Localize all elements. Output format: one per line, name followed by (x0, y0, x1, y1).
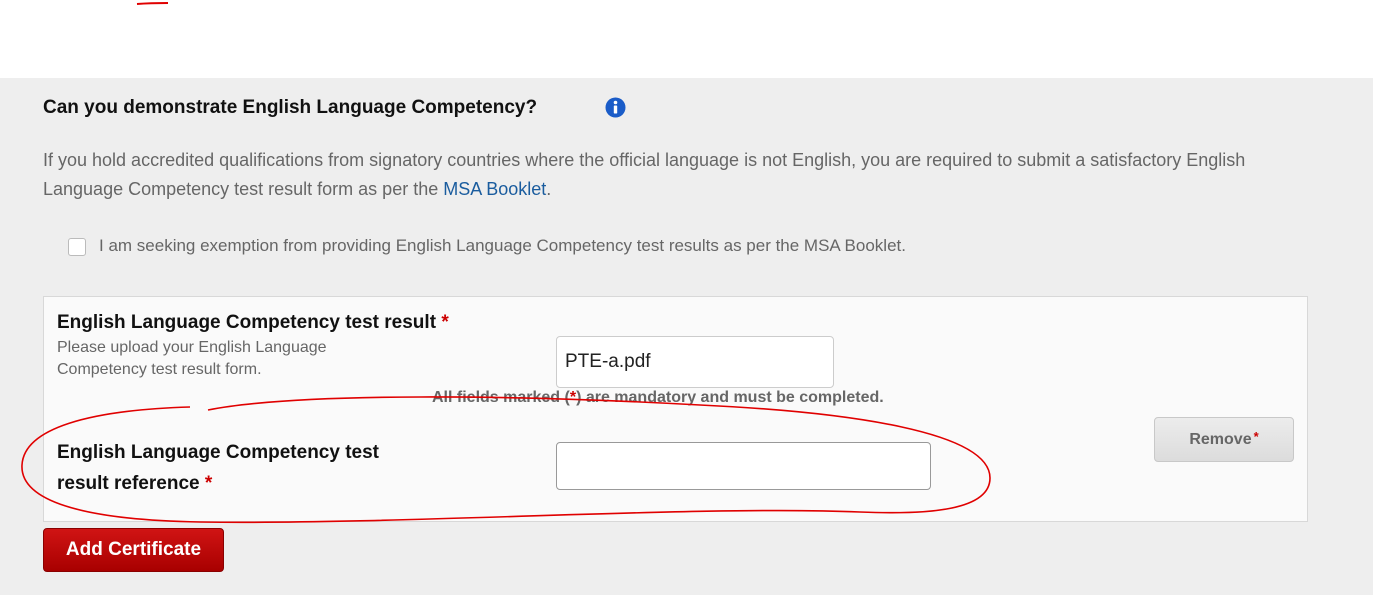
reference-field-label-line1: English Language Competency test (57, 442, 379, 463)
reference-field-label-line2: result reference * (57, 473, 212, 495)
required-marker: * (204, 473, 213, 494)
required-marker: * (441, 312, 449, 333)
remove-button[interactable]: Remove * (1154, 417, 1294, 462)
exemption-checkbox[interactable] (68, 238, 86, 256)
info-circle-icon[interactable] (605, 97, 626, 118)
remove-button-label: Remove (1189, 430, 1252, 448)
exemption-label[interactable]: I am seeking exemption from providing En… (99, 236, 906, 256)
description-end: . (546, 179, 552, 199)
reference-input[interactable] (556, 442, 931, 490)
section-question: Can you demonstrate English Language Com… (43, 97, 538, 118)
description-text: If you hold accredited qualifications fr… (43, 150, 1246, 199)
add-certificate-button[interactable]: Add Certificate (43, 528, 224, 572)
uploaded-file-field[interactable]: PTE-a.pdf (556, 336, 834, 388)
mandatory-prefix: All fields marked ( (432, 389, 570, 406)
remove-required-marker: * (1253, 429, 1259, 444)
section-description: If you hold accredited qualifications fr… (43, 146, 1303, 204)
reference-label-text: result reference (57, 473, 200, 494)
msa-booklet-link[interactable]: MSA Booklet (443, 179, 546, 199)
annotation-mark (136, 2, 169, 5)
mandatory-suffix: ) are mandatory and must be completed. (576, 389, 884, 406)
mandatory-note: All fields marked (*) are mandatory and … (432, 389, 884, 407)
result-field-help: Please upload your English Language Comp… (57, 339, 327, 378)
result-field-label: English Language Competency test result … (57, 312, 449, 334)
result-label-text: English Language Competency test result (57, 312, 437, 333)
